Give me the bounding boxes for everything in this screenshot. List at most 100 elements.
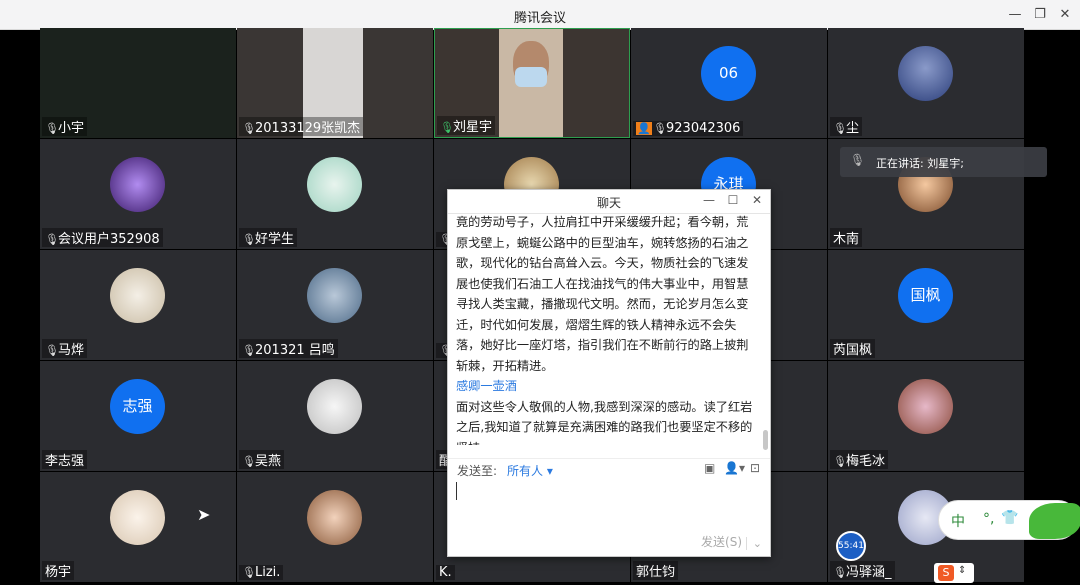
timer-badge[interactable]: 55:41: [836, 531, 866, 561]
text-caret: [456, 482, 457, 500]
mention-icon[interactable]: 👤▾: [724, 461, 745, 475]
mic-muted-icon: 🎙: [242, 455, 256, 468]
mic-muted-icon: 🎙: [242, 344, 256, 357]
sogou-tray[interactable]: S ⇕: [934, 563, 974, 583]
participant-name: 🎙刘星宇: [437, 116, 496, 135]
mic-muted-icon: 🎙: [833, 455, 847, 468]
mic-muted-icon: 🎙: [833, 122, 847, 135]
title-bar: 腾讯会议 — ❐ ✕: [0, 0, 1080, 30]
mic-muted-icon: 🎙: [653, 122, 667, 135]
chat-scrollbar[interactable]: [763, 430, 768, 450]
avatar: [307, 379, 362, 434]
mic-muted-icon: 🎙: [45, 122, 59, 135]
chat-sender-name: 感卿一壶酒: [456, 379, 517, 393]
participant-name: 🎙好学生: [239, 228, 298, 247]
participant-name: 李志强: [42, 450, 88, 469]
chat-maximize-button[interactable]: ☐: [725, 193, 741, 207]
participant-name: 🎙会议用户352908: [42, 228, 163, 247]
speaking-text: 正在讲话: 刘星宇;: [876, 157, 964, 170]
participant-name: 木南: [830, 228, 863, 247]
avatar: [307, 490, 362, 545]
participant-tile[interactable]: 🎙Lizi.: [237, 472, 433, 582]
avatar: 志强: [110, 379, 165, 434]
close-button[interactable]: ✕: [1054, 4, 1076, 26]
chat-message-text: 竟的劳动号子，人拉肩扛中开采缓缓升起；看今朝，荒原戈壁上，蜿蜒公路中的巨型油车，…: [456, 215, 749, 373]
participant-name: 🎙尘: [830, 117, 863, 136]
participant-tile-active[interactable]: 🎙刘星宇: [434, 28, 630, 138]
send-options-icon[interactable]: ⌄: [745, 537, 762, 550]
mic-active-icon: 🎙: [440, 121, 454, 134]
minimize-button[interactable]: —: [1004, 4, 1026, 26]
ime-punct-toggle[interactable]: °,: [983, 511, 994, 527]
chat-title: 聊天: [596, 196, 621, 210]
participant-name: 🎙马烨: [42, 339, 88, 358]
sogou-arrows-icon: ⇕: [958, 565, 967, 576]
image-icon[interactable]: ▣: [704, 461, 715, 475]
avatar: [307, 268, 362, 323]
participant-tile[interactable]: 🎙马烨: [40, 250, 236, 360]
ime-skin-icon[interactable]: 👕: [1001, 510, 1018, 526]
mic-muted-icon: 🎙: [45, 344, 59, 357]
participant-name: 🎙冯驿涵_: [830, 561, 895, 580]
participant-name: 🎙梅毛冰: [830, 450, 889, 469]
participant-tile[interactable]: 国枫 芮国枫: [828, 250, 1024, 360]
participant-tile[interactable]: 🎙会议用户352908: [40, 139, 236, 249]
video-feed: [499, 29, 563, 137]
participant-tile[interactable]: 🎙201321 吕鸣: [237, 250, 433, 360]
screenshot-icon[interactable]: ⊡: [750, 461, 760, 475]
mic-muted-icon: 🎙: [242, 122, 256, 135]
mic-icon: 🎙: [850, 153, 866, 167]
chat-messages[interactable]: 竟的劳动号子，人拉肩扛中开采缓缓升起；看今朝，荒原戈壁上，蜿蜒公路中的巨型油车，…: [448, 215, 770, 445]
participant-tile[interactable]: 🎙吴燕: [237, 361, 433, 471]
participant-name: K.: [436, 565, 455, 580]
avatar: 06: [701, 46, 756, 101]
ime-toolbar[interactable]: 中 °, 👕: [938, 500, 1080, 540]
avatar: [110, 268, 165, 323]
chat-header[interactable]: 聊天 — ☐ ✕: [448, 190, 770, 214]
participant-tile[interactable]: 杨宇: [40, 472, 236, 582]
participant-name: 郭仕钧: [633, 561, 679, 580]
speaking-indicator: 🎙 正在讲话: 刘星宇;: [840, 147, 1047, 177]
chat-input[interactable]: [456, 482, 762, 522]
send-to-label: 发送至:: [457, 464, 498, 478]
participant-tile[interactable]: 🎙尘: [828, 28, 1024, 138]
participant-tile[interactable]: 🎙小宇: [40, 28, 236, 138]
avatar: [898, 46, 953, 101]
mic-muted-icon: 🎙: [45, 233, 59, 246]
participant-name: 🎙小宇: [42, 117, 88, 136]
participant-name: 杨宇: [42, 561, 75, 580]
avatar: [307, 157, 362, 212]
window-title: 腾讯会议: [513, 11, 566, 26]
chat-window[interactable]: 聊天 — ☐ ✕ 竟的劳动号子，人拉肩扛中开采缓缓升起；看今朝，荒原戈壁上，蜿蜒…: [447, 189, 771, 557]
mic-muted-icon: 🎙: [242, 566, 256, 579]
send-button[interactable]: 发送(S): [701, 533, 742, 550]
restore-button[interactable]: ❐: [1029, 4, 1051, 26]
leaf-icon: [1029, 503, 1080, 539]
participant-name: 🎙吴燕: [239, 450, 285, 469]
avatar: [110, 157, 165, 212]
participant-name: 👤 🎙923042306: [633, 121, 744, 136]
participant-tile[interactable]: 🎙好学生: [237, 139, 433, 249]
participant-tile[interactable]: 🎙梅毛冰: [828, 361, 1024, 471]
participant-name: 芮国枫: [830, 339, 876, 358]
chat-message-text: 面对这些令人敬佩的人物,我感到深深的感动。读了红岩之后,我知道了就算是充满困难的…: [456, 399, 753, 446]
avatar: [898, 379, 953, 434]
avatar: [110, 490, 165, 545]
participant-tile[interactable]: 志强 李志强: [40, 361, 236, 471]
chat-minimize-button[interactable]: —: [701, 193, 717, 207]
sogou-logo-icon: S: [938, 565, 954, 581]
mic-muted-icon: 🎙: [833, 566, 847, 579]
ime-mode-toggle[interactable]: 中: [951, 511, 965, 531]
mic-muted-icon: 🎙: [242, 233, 256, 246]
participant-tile[interactable]: 06 👤 🎙923042306: [631, 28, 827, 138]
participant-name: 🎙20133129张凯杰: [239, 117, 364, 136]
chat-toolbar: 发送至: 所有人 ▾ ▣ 👤▾ ⊡: [448, 458, 770, 478]
avatar: 国枫: [898, 268, 953, 323]
mouse-cursor-icon: ➤: [197, 505, 211, 524]
participant-name: 🎙201321 吕鸣: [239, 339, 338, 358]
host-icon: 👤: [636, 122, 652, 135]
participant-tile[interactable]: 🎙20133129张凯杰: [237, 28, 433, 138]
chat-close-button[interactable]: ✕: [749, 193, 765, 207]
participant-name: 🎙Lizi.: [239, 565, 284, 580]
send-to-dropdown[interactable]: 所有人 ▾: [507, 462, 553, 479]
